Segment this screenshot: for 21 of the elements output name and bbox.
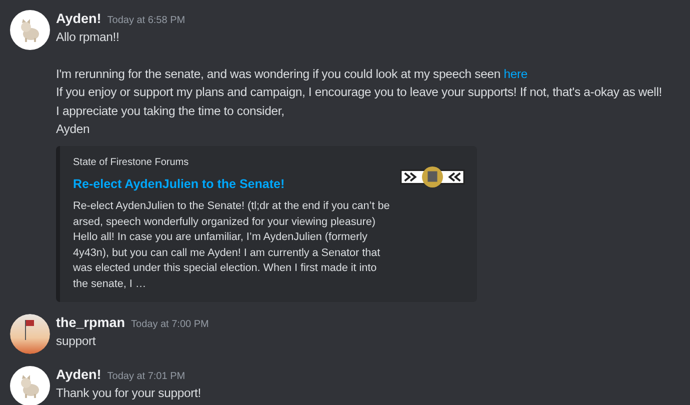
avatar-cat-icon[interactable]: [10, 10, 50, 50]
avatar-cat-icon[interactable]: [10, 366, 50, 405]
embed-title[interactable]: Re-elect AydenJulien to the Senate!: [73, 174, 392, 194]
message-text: I appreciate you taking the time to consider,: [56, 102, 286, 120]
embed-description: Re-elect AydenJulien to the Senate! (tl;dr at the end if you can’t be arsed, speech wonderfully organized for your viewing pleasure) Hello all! In case you are unfamiliar, I’m AydenJulien (formerly 4y43n), but you can call me Ayden! I am currently a Senator that was elected under this special election. When I first made it into the senate, I …: [73, 199, 391, 292]
message-text: Allo rpman!!: [56, 29, 120, 46]
author-name[interactable]: Ayden!: [56, 10, 102, 28]
avatar-photo[interactable]: [10, 314, 50, 354]
forum-banner-icon: [400, 164, 465, 188]
message-text: I'm rerunning for the senate, and was wondering if you could look at my speech seen here: [56, 66, 528, 82]
embed-provider: State of Firestone Forums: [73, 156, 190, 170]
message-text: support: [56, 333, 97, 350]
message-text: Ayden: [56, 121, 91, 138]
message-timestamp: Today at 6:58 PM: [107, 14, 186, 28]
message-text: Thank you for your support!: [56, 385, 201, 402]
message-timestamp: Today at 7:00 PM: [131, 318, 209, 332]
message-timestamp: Today at 7:01 PM: [107, 370, 186, 384]
author-name[interactable]: Ayden!: [56, 366, 102, 384]
author-name[interactable]: the_rpman: [56, 314, 126, 332]
message-link[interactable]: here: [504, 66, 528, 80]
message-text: If you enjoy or support my plans and campaign, I encourage you to leave your supports! If not, that's a-okay as well!: [56, 84, 662, 101]
